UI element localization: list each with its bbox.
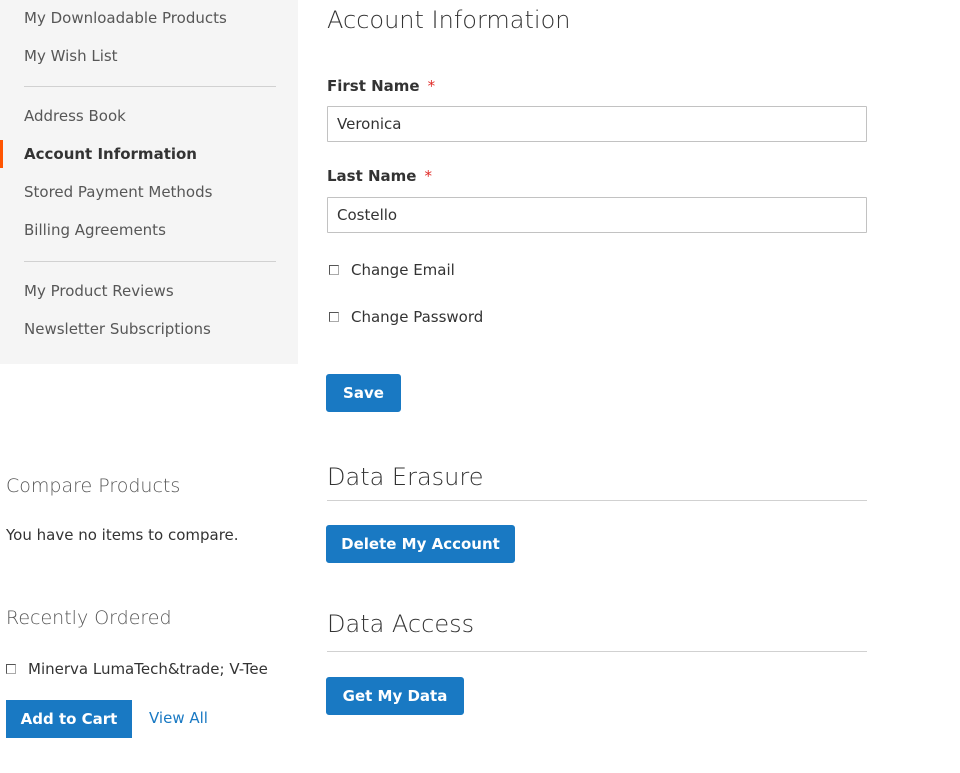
nav-divider [24, 261, 276, 262]
first-name-input[interactable] [327, 106, 867, 142]
compare-empty-text: You have no items to compare. [6, 526, 239, 544]
sidebar-item-address-book[interactable]: Address Book [24, 106, 126, 126]
last-name-label-text: Last Name [327, 167, 417, 185]
change-password-checkbox[interactable] [329, 312, 339, 322]
data-access-title: Data Access [327, 610, 475, 638]
sidebar-item-downloadable-products[interactable]: My Downloadable Products [24, 8, 227, 28]
sidebar-item-stored-payment-methods[interactable]: Stored Payment Methods [24, 182, 212, 202]
recent-item-checkbox[interactable] [6, 664, 16, 674]
change-email-option[interactable]: Change Email [329, 261, 455, 279]
sidebar-item-wish-list[interactable]: My Wish List [24, 46, 118, 66]
account-page: My Downloadable Products My Wish List Ad… [0, 0, 960, 773]
sidebar-item-newsletter-subscriptions[interactable]: Newsletter Subscriptions [24, 319, 211, 339]
last-name-input[interactable] [327, 197, 867, 233]
account-info-title: Account Information [327, 6, 571, 34]
active-nav-marker [0, 140, 3, 168]
recently-ordered-item[interactable]: Minerva LumaTech&trade; V-Tee [6, 660, 268, 678]
recently-ordered-title: Recently Ordered [6, 607, 172, 629]
change-password-label: Change Password [351, 308, 484, 326]
first-name-label-text: First Name [327, 77, 420, 95]
sidebar-item-product-reviews[interactable]: My Product Reviews [24, 281, 174, 301]
first-name-label: First Name * [327, 77, 435, 95]
account-nav: My Downloadable Products My Wish List Ad… [0, 0, 298, 364]
view-all-link[interactable]: View All [149, 709, 208, 727]
change-email-label: Change Email [351, 261, 455, 279]
last-name-label: Last Name * [327, 167, 432, 185]
required-marker: * [427, 77, 436, 95]
get-my-data-button[interactable]: Get My Data [326, 677, 464, 715]
save-button[interactable]: Save [326, 374, 401, 412]
delete-account-button[interactable]: Delete My Account [326, 525, 515, 563]
required-marker: * [424, 167, 432, 185]
change-email-checkbox[interactable] [329, 265, 339, 275]
recent-item-name: Minerva LumaTech&trade; V-Tee [28, 660, 268, 678]
sidebar-item-billing-agreements[interactable]: Billing Agreements [24, 220, 166, 240]
compare-products-title: Compare Products [6, 475, 181, 497]
section-divider [327, 651, 867, 652]
section-divider [327, 500, 867, 501]
sidebar-item-account-information: Account Information [24, 145, 197, 163]
add-to-cart-button[interactable]: Add to Cart [6, 700, 132, 738]
data-erasure-title: Data Erasure [327, 463, 484, 491]
nav-divider [24, 86, 276, 87]
change-password-option[interactable]: Change Password [329, 308, 483, 326]
